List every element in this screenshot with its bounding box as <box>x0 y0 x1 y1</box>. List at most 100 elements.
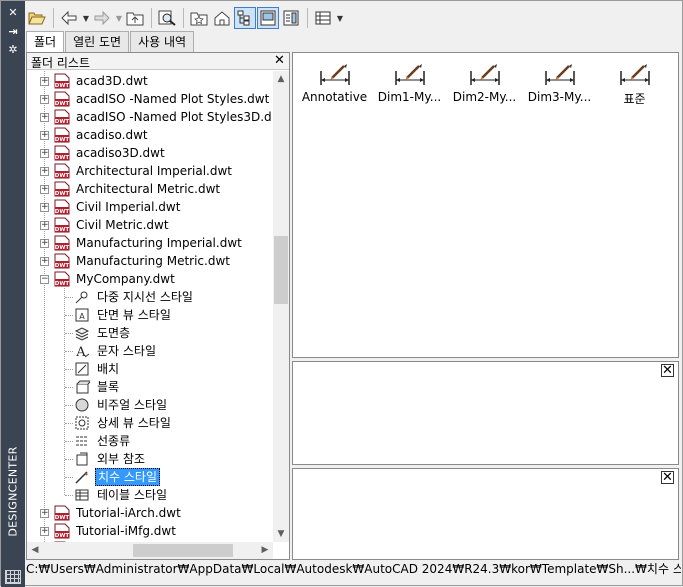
tree-item-file[interactable]: + DWT Architectural Metric.dwt <box>27 180 272 198</box>
expand-toggle-icon[interactable]: + <box>40 509 49 518</box>
back-button[interactable] <box>58 7 80 29</box>
description-toggle-button[interactable] <box>280 7 302 29</box>
folder-list-header: 폴더 리스트 ✕ <box>27 53 289 70</box>
tree-item-label: 배치 <box>97 362 120 376</box>
grip-icon[interactable] <box>5 570 21 584</box>
svg-text:DWT: DWT <box>55 245 70 251</box>
tree-item-file[interactable]: + DWT Manufacturing Metric.dwt <box>27 252 272 270</box>
expand-toggle-icon[interactable]: + <box>40 131 49 140</box>
dimension-style-icon <box>544 63 576 87</box>
svg-text:DWT: DWT <box>55 83 70 89</box>
tab-open-drawings[interactable]: 열린 도면 <box>65 31 130 52</box>
dimension-style-item[interactable]: Dim1-My... <box>372 61 447 111</box>
search-button[interactable] <box>156 7 178 29</box>
expand-toggle-icon[interactable]: + <box>40 185 49 194</box>
section-view-style-icon: A <box>74 307 90 323</box>
tree-item-label: Manufacturing Imperial.dwt <box>76 236 242 250</box>
preview-toggle-button[interactable] <box>257 7 279 29</box>
tree-item-label: acadiso3D.dwt <box>76 146 165 160</box>
tree-item-file[interactable]: + DWT acadISO -Named Plot Styles.dwt <box>27 90 272 108</box>
tree-item-file[interactable]: − DWT MyCompany.dwt <box>27 270 272 288</box>
tree-horizontal-scrollbar[interactable]: ◀ ▶ <box>27 542 273 559</box>
hscroll-thumb[interactable] <box>133 544 233 557</box>
tree-item-label: 치수 스타일 <box>95 468 161 486</box>
tree-item-file[interactable]: + DWT Civil Imperial.dwt <box>27 198 272 216</box>
tree-item-file[interactable]: + DWT acadiso3D.dwt <box>27 144 272 162</box>
svg-text:DWT: DWT <box>55 173 70 179</box>
dimension-style-item[interactable]: Dim2-My... <box>447 61 522 111</box>
expand-toggle-icon[interactable]: + <box>40 149 49 158</box>
tree-item-label: 선종류 <box>97 434 131 448</box>
expand-toggle-icon[interactable]: − <box>40 275 49 284</box>
svg-text:DWT: DWT <box>55 281 70 287</box>
expand-toggle-icon[interactable]: + <box>40 203 49 212</box>
close-icon[interactable]: ✕ <box>5 6 21 20</box>
tree-item-file[interactable]: + DWT Architectural Imperial.dwt <box>27 162 272 180</box>
dwt-file-icon: DWT <box>54 253 71 269</box>
views-button[interactable] <box>312 7 334 29</box>
linetype-icon <box>74 433 90 449</box>
tree-item-file[interactable]: + DWT Civil Metric.dwt <box>27 216 272 234</box>
tree-item-label: acad3D.dwt <box>76 74 148 88</box>
tree-item-label: 다중 지시선 스타일 <box>97 290 193 304</box>
load-button[interactable] <box>26 7 48 29</box>
tree-item-label: Tutorial-iArch.dwt <box>76 506 181 520</box>
tree-item-file[interactable]: + DWT acad3D.dwt <box>27 72 272 90</box>
tree-item-label: 단면 뷰 스타일 <box>97 308 171 322</box>
svg-text:DWT: DWT <box>55 209 70 215</box>
tree-vertical-scrollbar[interactable]: ▲ ▼ <box>273 71 289 542</box>
home-button[interactable] <box>211 7 233 29</box>
load-icon <box>28 12 46 25</box>
favorites-button[interactable] <box>188 7 210 29</box>
expand-toggle-icon[interactable]: + <box>40 77 49 86</box>
forward-dropdown-icon[interactable]: ▼ <box>114 14 124 23</box>
tab-history[interactable]: 사용 내역 <box>130 31 195 52</box>
tree-item-file[interactable]: + DWT acadiso.dwt <box>27 126 272 144</box>
dimension-style-item[interactable]: Dim3-My... <box>522 61 597 111</box>
expand-toggle-icon[interactable]: + <box>40 527 49 536</box>
layer-icon <box>74 325 90 341</box>
autohide-icon[interactable]: ⇥ <box>5 25 21 39</box>
dimension-style-item[interactable]: Annotative <box>297 61 372 111</box>
tree-item-label: 비주얼 스타일 <box>97 398 168 412</box>
forward-button[interactable] <box>91 7 113 29</box>
expand-toggle-icon[interactable]: + <box>40 221 49 230</box>
svg-text:DWT: DWT <box>55 119 70 125</box>
tree-view-icon <box>237 10 250 26</box>
tree-item-file[interactable]: + DWT Tutorial-iMfg.dwt <box>27 522 272 540</box>
tree-item-file[interactable]: + DWT acadISO -Named Plot Styles3D.dwt <box>27 108 272 126</box>
tree-item-file[interactable]: + DWT Tutorial-iArch.dwt <box>27 504 272 522</box>
scroll-thumb[interactable] <box>274 236 288 304</box>
properties-gear-icon[interactable]: ✲ <box>5 43 21 57</box>
scroll-down-icon[interactable]: ▼ <box>273 526 289 542</box>
tree-item-file[interactable]: + DWT Manufacturing Imperial.dwt <box>27 234 272 252</box>
close-folder-list-icon[interactable]: ✕ <box>273 54 286 68</box>
svg-text:A: A <box>79 312 85 321</box>
scroll-up-icon[interactable]: ▲ <box>273 71 289 87</box>
palette-title: DESIGNCENTER <box>6 446 20 537</box>
expand-toggle-icon[interactable]: + <box>40 113 49 122</box>
toolbar: ▼ ▼ ▼ <box>26 5 681 31</box>
close-preview-icon[interactable]: ✕ <box>661 364 674 377</box>
up-button[interactable] <box>124 7 146 29</box>
tab-strip: 폴더 열린 도면 사용 내역 <box>26 31 195 53</box>
svg-text:DWT: DWT <box>55 101 70 107</box>
back-dropdown-icon[interactable]: ▼ <box>81 14 91 23</box>
dimension-style-item[interactable]: 표준 <box>597 61 672 111</box>
tree-item-label: 문자 스타일 <box>97 344 157 358</box>
views-dropdown-icon[interactable]: ▼ <box>335 14 345 23</box>
expand-toggle-icon[interactable]: + <box>40 239 49 248</box>
scroll-right-icon[interactable]: ▶ <box>257 542 273 559</box>
scroll-left-icon[interactable]: ◀ <box>27 542 43 559</box>
tree-item-label: Architectural Metric.dwt <box>76 182 221 196</box>
tree-view-toggle-button[interactable] <box>234 7 256 29</box>
close-description-icon[interactable]: ✕ <box>661 471 674 484</box>
svg-text:A: A <box>75 345 86 359</box>
expand-toggle-icon[interactable]: + <box>40 257 49 266</box>
tab-folders[interactable]: 폴더 <box>26 31 65 53</box>
views-icon <box>315 11 331 25</box>
tree-item-label: Manufacturing Metric.dwt <box>76 254 230 268</box>
dimension-style-icon <box>619 63 651 87</box>
expand-toggle-icon[interactable]: + <box>40 167 49 176</box>
expand-toggle-icon[interactable]: + <box>40 95 49 104</box>
